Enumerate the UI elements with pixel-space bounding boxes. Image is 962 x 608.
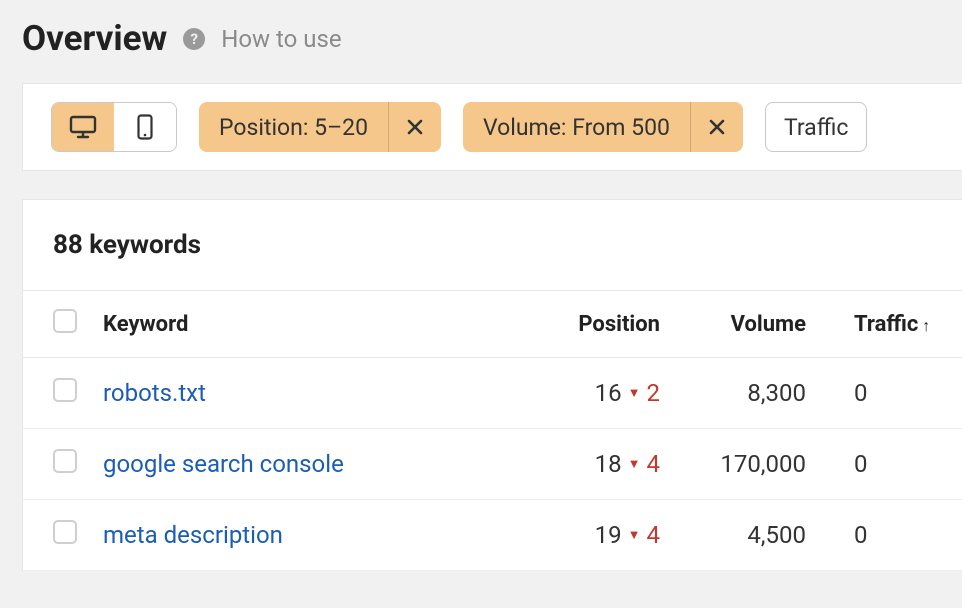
traffic-cell: 0: [822, 358, 962, 429]
trend-down-icon: ▼: [628, 456, 641, 472]
filter-chip-volume: Volume: From 500: [463, 102, 743, 152]
how-to-use-link[interactable]: How to use: [221, 25, 341, 53]
row-checkbox[interactable]: [53, 449, 77, 473]
position-value: 16: [595, 379, 622, 407]
position-cell: 16 ▼ 2: [595, 379, 660, 407]
filter-chip-position: Position: 5–20: [199, 102, 441, 152]
column-header-traffic[interactable]: Traffic↑: [822, 291, 962, 358]
column-header-traffic-label: Traffic: [854, 312, 918, 337]
close-icon: [406, 118, 424, 136]
column-header-position[interactable]: Position: [522, 291, 672, 358]
keywords-summary: 88 keywords: [23, 200, 962, 290]
table-row: meta description 19 ▼ 4 4,500 0: [23, 500, 962, 571]
keywords-panel: 88 keywords Keyword Position Volume Traf…: [22, 199, 962, 571]
help-icon[interactable]: ?: [183, 28, 205, 50]
volume-cell: 8,300: [672, 358, 822, 429]
position-cell: 18 ▼ 4: [595, 450, 660, 478]
traffic-dropdown[interactable]: Traffic: [765, 102, 867, 152]
position-delta: 2: [647, 379, 661, 407]
device-mobile-button[interactable]: [114, 103, 176, 151]
close-icon: [708, 118, 726, 136]
table-row: google search console 18 ▼ 4 170,000 0: [23, 429, 962, 500]
traffic-cell: 0: [822, 500, 962, 571]
filter-chip-volume-remove[interactable]: [691, 102, 743, 152]
filter-chip-volume-label[interactable]: Volume: From 500: [463, 102, 691, 152]
row-checkbox[interactable]: [53, 520, 77, 544]
trend-down-icon: ▼: [628, 385, 641, 401]
traffic-cell: 0: [822, 429, 962, 500]
sort-asc-icon: ↑: [922, 316, 930, 335]
row-checkbox[interactable]: [53, 378, 77, 402]
position-cell: 19 ▼ 4: [595, 521, 660, 549]
keyword-link[interactable]: robots.txt: [103, 379, 206, 407]
select-all-checkbox[interactable]: [53, 309, 77, 333]
keyword-link[interactable]: google search console: [103, 450, 344, 478]
position-value: 18: [595, 450, 622, 478]
traffic-dropdown-label: Traffic: [784, 114, 848, 141]
filter-chip-position-label[interactable]: Position: 5–20: [199, 102, 389, 152]
column-header-volume[interactable]: Volume: [672, 291, 822, 358]
keyword-link[interactable]: meta description: [103, 521, 283, 549]
volume-cell: 170,000: [672, 429, 822, 500]
device-toggle: [51, 102, 177, 152]
table-row: robots.txt 16 ▼ 2 8,300 0: [23, 358, 962, 429]
filter-bar: Position: 5–20 Volume: From 500 Traffic: [22, 83, 962, 171]
mobile-icon: [137, 114, 153, 140]
column-header-keyword[interactable]: Keyword: [89, 291, 522, 358]
position-delta: 4: [647, 450, 661, 478]
device-desktop-button[interactable]: [52, 103, 114, 151]
volume-cell: 4,500: [672, 500, 822, 571]
keywords-table: Keyword Position Volume Traffic↑ robots.…: [23, 290, 962, 571]
filter-chip-position-remove[interactable]: [389, 102, 441, 152]
trend-down-icon: ▼: [628, 527, 641, 543]
position-delta: 4: [647, 521, 661, 549]
desktop-icon: [69, 115, 97, 139]
page-title: Overview: [22, 18, 167, 59]
position-value: 19: [595, 521, 622, 549]
